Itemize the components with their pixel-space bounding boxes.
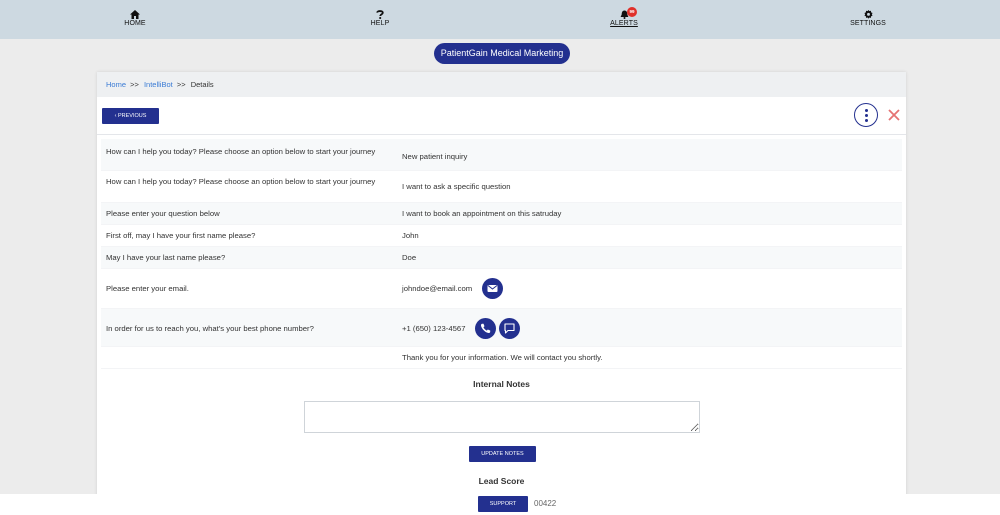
footer: SUPPORT 00422	[0, 494, 1000, 515]
nav-alerts-label: ALERTS	[610, 20, 638, 27]
detail-row: How can I help you today? Please choose …	[101, 139, 902, 171]
question-icon	[376, 10, 384, 19]
internal-notes-title: Internal Notes	[473, 379, 530, 389]
question-text: First off, may I have your first name pl…	[106, 231, 256, 240]
question-text: Please enter your email.	[106, 284, 189, 293]
chat-bubble-icon	[504, 323, 515, 334]
detail-row: Please enter your question below I want …	[101, 203, 902, 225]
previous-label: PREVIOUS	[117, 113, 147, 119]
close-button[interactable]	[887, 108, 901, 122]
conversation-details: How can I help you today? Please choose …	[101, 139, 902, 369]
top-nav: HOME HELP 99 ALERTS SETTINGS	[0, 0, 1000, 39]
breadcrumb-separator: >>	[176, 80, 186, 89]
alerts-count-badge: 99	[627, 7, 637, 17]
answer-text: +1 (650) 123-4567	[402, 324, 466, 333]
close-icon	[888, 109, 900, 121]
footer-code: 00422	[534, 499, 557, 508]
nav-settings[interactable]: SETTINGS	[838, 10, 898, 27]
nav-settings-label: SETTINGS	[850, 20, 886, 27]
chevron-left-icon: ‹	[114, 113, 117, 119]
answer-text: New patient inquiry	[402, 152, 468, 161]
call-button[interactable]	[475, 318, 496, 339]
brand-pill[interactable]: PatientGain Medical Marketing	[434, 43, 570, 64]
answer-text: John	[402, 231, 419, 240]
answer-text: Thank you for your information. We will …	[402, 353, 603, 362]
nav-home-label: HOME	[124, 20, 146, 27]
email-button[interactable]	[482, 278, 503, 299]
support-button[interactable]: SUPPORT	[478, 496, 528, 512]
answer-text: I want to book an appointment on this sa…	[402, 209, 562, 218]
nav-home[interactable]: HOME	[105, 10, 165, 27]
home-icon	[130, 10, 140, 19]
update-notes-button[interactable]: UPDATE NOTES	[469, 446, 536, 462]
question-text: Please enter your question below	[106, 209, 220, 218]
breadcrumb-separator: >>	[130, 80, 139, 89]
detail-row: Please enter your email. johndoe@email.c…	[101, 269, 902, 309]
detail-row: In order for us to reach you, what's you…	[101, 309, 902, 347]
nav-alerts[interactable]: 99 ALERTS	[594, 7, 654, 27]
answer-text: johndoe@email.com	[402, 284, 473, 293]
internal-notes-input[interactable]	[304, 401, 700, 433]
question-text: May I have your last name please?	[106, 253, 226, 262]
lead-score-title: Lead Score	[478, 476, 525, 486]
detail-row: May I have your last name please? Doe	[101, 247, 902, 269]
detail-row: Thank you for your information. We will …	[101, 347, 902, 369]
breadcrumb-current: Details	[190, 80, 214, 89]
nav-help-label: HELP	[370, 20, 390, 27]
previous-button[interactable]: ‹ PREVIOUS	[102, 108, 159, 124]
answer-text: I want to ask a specific question	[402, 182, 511, 191]
detail-row: First off, may I have your first name pl…	[101, 225, 902, 247]
phone-icon	[480, 323, 491, 334]
detail-row: How can I help you today? Please choose …	[101, 171, 902, 203]
question-text: How can I help you today? Please choose …	[106, 147, 376, 156]
breadcrumb-home[interactable]: Home	[106, 80, 126, 89]
envelope-icon	[487, 285, 498, 292]
answer-text: Doe	[402, 253, 417, 262]
breadcrumb: Home >> IntelliBot >> Details	[97, 72, 906, 97]
question-text: How can I help you today? Please choose …	[106, 177, 376, 186]
question-text: In order for us to reach you, what's you…	[106, 324, 314, 333]
breadcrumb-intellibot[interactable]: IntelliBot	[144, 80, 173, 89]
detail-toolbar: ‹ PREVIOUS	[97, 97, 906, 135]
more-options-button[interactable]	[854, 103, 878, 127]
details-card: Home >> IntelliBot >> Details ‹ PREVIOUS…	[97, 72, 906, 497]
sms-button[interactable]	[499, 318, 520, 339]
gear-icon	[863, 10, 873, 19]
nav-help[interactable]: HELP	[350, 10, 410, 27]
